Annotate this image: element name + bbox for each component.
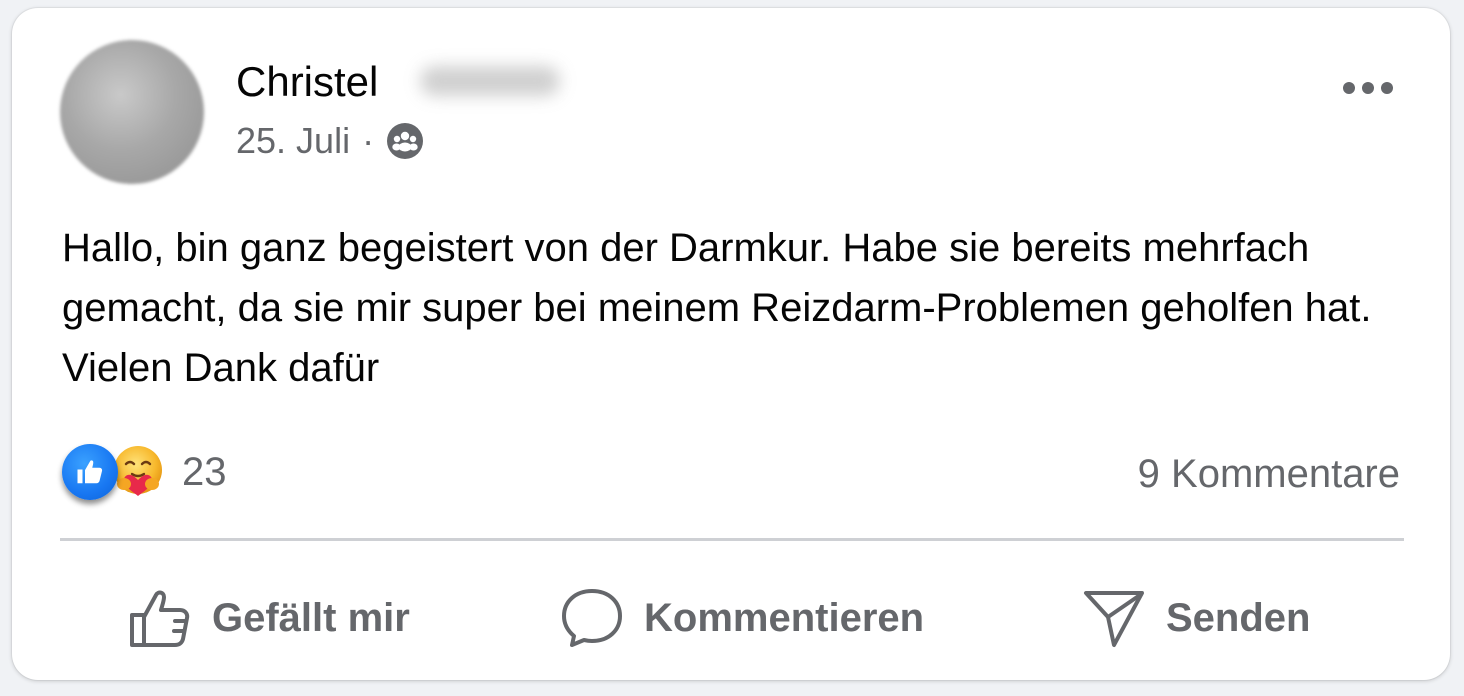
avatar[interactable] <box>60 40 204 184</box>
post-date[interactable]: 25. Juli <box>236 120 350 162</box>
divider <box>60 538 1404 541</box>
send-button[interactable]: Senden <box>1082 568 1310 668</box>
action-bar: Gefällt mir Kommentieren Senden <box>12 568 1450 668</box>
post-card: Christel 25. Juli · Hallo, bin ganz bege… <box>12 8 1450 680</box>
post-text: Hallo, bin ganz begeistert von der Darmk… <box>62 226 1372 390</box>
comments-count[interactable]: 9 Kommentare <box>1138 452 1400 497</box>
post-meta: 25. Juli · <box>236 120 424 162</box>
like-icon <box>62 444 118 500</box>
comment-button-label: Kommentieren <box>644 595 925 640</box>
care-icon <box>110 444 166 500</box>
speech-bubble-icon <box>562 589 622 647</box>
send-button-label: Senden <box>1166 595 1311 640</box>
author-name[interactable]: Christel <box>236 58 378 106</box>
comment-button[interactable]: Kommentieren <box>560 568 924 668</box>
send-icon <box>1084 591 1144 647</box>
like-button-label: Gefällt mir <box>212 595 410 640</box>
reaction-count: 23 <box>182 449 227 494</box>
reactions-summary[interactable]: 23 <box>62 444 227 500</box>
like-button[interactable]: Gefällt mir <box>128 568 410 668</box>
meta-separator: · <box>362 120 375 161</box>
group-icon[interactable] <box>386 122 424 160</box>
more-dots-icon[interactable] <box>1338 70 1398 106</box>
author-surname-redacted <box>420 66 560 96</box>
thumbs-up-icon <box>130 590 190 647</box>
